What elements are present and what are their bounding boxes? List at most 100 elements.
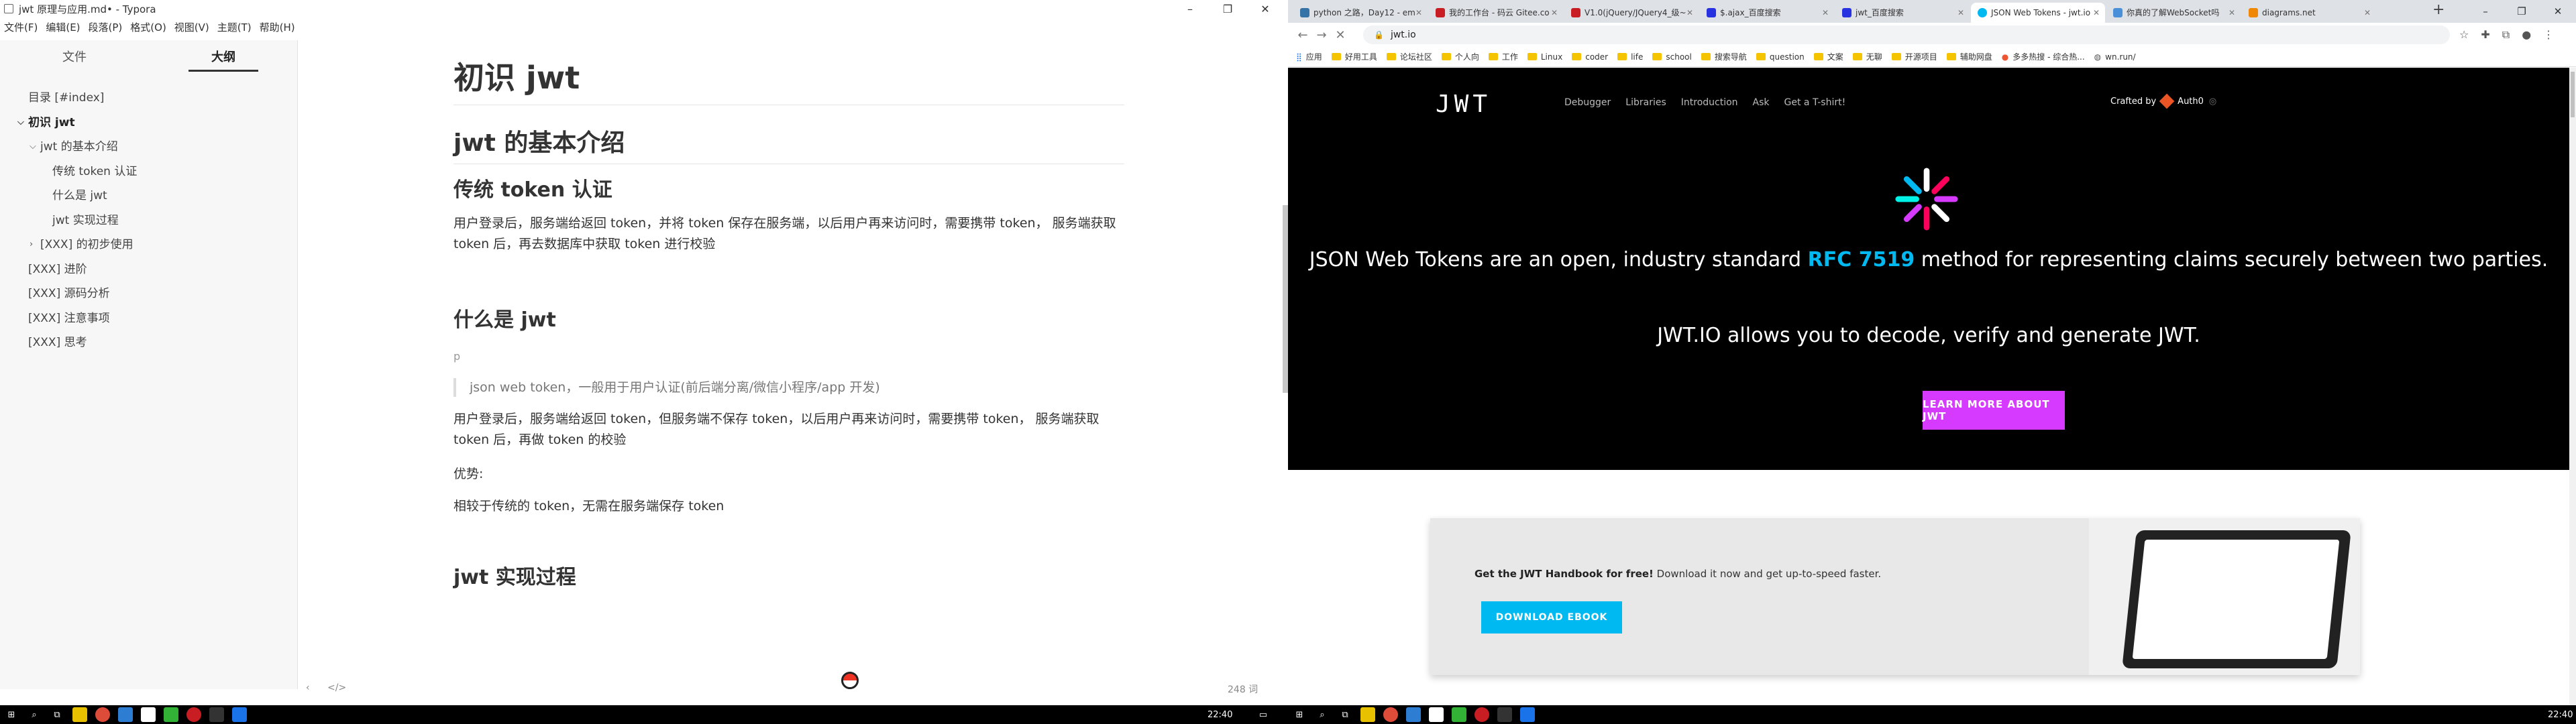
tab-files[interactable]: 文件 [0,46,149,75]
rfc-link[interactable]: RFC 7519 [1808,248,1915,272]
bookmark-folder[interactable]: 无聊 [1852,51,1882,62]
search-icon[interactable]: ⌕ [27,707,42,722]
pycharm-icon[interactable] [118,707,133,722]
browser-tab-active[interactable]: JSON Web Tokens - jwt.io ✕ [1971,3,2105,23]
menu-theme[interactable]: 主题(T) [213,19,256,36]
bookmark-folder[interactable]: 个人向 [1441,51,1479,62]
terminal-icon[interactable] [1497,707,1512,722]
bookmark-star-icon[interactable]: ☆ [2459,28,2469,42]
menu-edit[interactable]: 编辑(E) [42,19,84,36]
bookmark-folder[interactable]: 工作 [1488,51,1518,62]
app-icon[interactable] [72,707,87,722]
close-icon[interactable]: ✕ [1246,0,1284,17]
outline-item-h1[interactable]: [XXX] 注意事项 [0,306,298,331]
browser-tab[interactable]: $.ajax_百度搜索 ✕ [1700,3,1834,23]
outline-item-h2[interactable]: ⌵ jwt 的基本介绍 [0,135,298,160]
source-mode-icon[interactable]: </> [327,682,346,693]
browser-tab[interactable]: V1.0(jQuery/JQuery4_级~ ✕ [1564,3,1699,23]
close-icon[interactable]: ✕ [2540,0,2576,23]
doc-h3-impl[interactable]: jwt 实现过程 [453,560,1124,590]
maximize-icon[interactable]: ❐ [1209,0,1246,17]
back-icon[interactable]: ← [1293,28,1312,42]
nav-debugger[interactable]: Debugger [1564,97,1611,108]
task-view-icon[interactable]: ⧉ [1338,707,1352,722]
bookmark-folder[interactable]: 好用工具 [1331,51,1377,62]
menu-view[interactable]: 视图(V) [170,19,213,36]
typora-icon[interactable] [141,707,156,722]
stop-icon[interactable]: ✕ [1331,28,1350,42]
bookmark-apps[interactable]: ⣿ 应用 [1296,51,1322,62]
nav-introduction[interactable]: Introduction [1681,97,1738,108]
outline-item-index[interactable]: 目录 [#index] [0,86,298,111]
clock[interactable]: 22:40 [2548,710,2573,720]
toggle-sidebar-icon[interactable]: ‹ [306,682,310,693]
outline-item-h1[interactable]: [XXX] 进阶 [0,257,298,282]
doc-p-traditional[interactable]: 用户登录后，服务端给返回 token，并将 token 保存在服务端，以后用户再… [453,213,1124,255]
tab-close-icon[interactable]: ✕ [1957,3,1964,23]
bookmark-folder[interactable]: question [1756,52,1805,62]
app-icon[interactable] [1520,707,1535,722]
bookmark-folder[interactable]: 搜索导航 [1701,51,1747,62]
scrollbar-thumb[interactable] [2571,72,2575,117]
bookmark-folder[interactable]: 文案 [1813,51,1843,62]
browser-tab[interactable]: python 之路，Day12 - em ✕ [1293,3,1428,23]
doc-advantage-label[interactable]: 优势: [453,464,1124,485]
address-bar[interactable]: 🔒 jwt.io [1363,25,2450,44]
doc-h3-what[interactable]: 什么是 jwt [453,303,1124,333]
profile-icon[interactable]: ● [2522,28,2531,42]
menu-file[interactable]: 文件(F) [0,19,42,36]
typora-icon[interactable] [1429,707,1444,722]
doc-p-jwt[interactable]: 用户登录后，服务端给返回 token，但服务端不保存 token，以后用户再来访… [453,409,1124,450]
outline-item-h3[interactable]: jwt 实现过程 [0,208,298,233]
nav-libraries[interactable]: Libraries [1625,97,1666,108]
chevron-right-icon[interactable]: › [30,233,33,257]
chevron-down-icon[interactable]: ⌵ [17,111,24,135]
chevron-down-icon[interactable]: ⌵ [30,135,36,160]
bookmark-folder[interactable]: life [1617,52,1643,62]
app-icon[interactable] [232,707,247,722]
tab-outline[interactable]: 大纲 [149,46,298,75]
doc-h3-traditional[interactable]: 传统 token 认证 [453,173,1124,202]
task-view-icon[interactable]: ⧉ [50,707,64,722]
maximize-icon[interactable]: ❐ [2504,0,2540,23]
outline-item-h1[interactable]: [XXX] 源码分析 [0,282,298,306]
bookmark-link[interactable]: ● 多多热搜 - 综合热... [2002,51,2085,62]
doc-quote[interactable]: json web token，一般用于用户认证(前后端分离/微信小程序/app … [453,378,1124,397]
outline-item-h2[interactable]: › [XXX] 的初步使用 [0,233,298,257]
extension-icon[interactable]: ✚ [2481,28,2489,42]
nav-ask[interactable]: Ask [1753,97,1770,108]
tab-close-icon[interactable]: ✕ [1822,3,1829,23]
tab-close-icon[interactable]: ✕ [1686,3,1693,23]
doc-h2[interactable]: jwt 的基本介绍 [453,123,1124,164]
forward-icon[interactable]: → [1312,28,1331,42]
outline-item-h3[interactable]: 什么是 jwt [0,184,298,208]
tab-close-icon[interactable]: ✕ [1551,3,1558,23]
learn-more-button[interactable]: LEARN MORE ABOUT JWT [1923,391,2065,430]
doc-advantage-text[interactable]: 相较于传统的 token，无需在服务端保存 token [453,496,1124,517]
page-scrollbar[interactable] [2569,68,2576,705]
wechat-icon[interactable] [1452,707,1466,722]
bookmark-folder[interactable]: 辅助网盘 [1946,51,1992,62]
clock[interactable]: 22:40 [1208,710,1232,720]
download-ebook-button[interactable]: DOWNLOAD EBOOK [1481,601,1622,634]
jwt-logo[interactable]: JWT [1436,90,1491,118]
start-icon[interactable]: ⊞ [1292,707,1307,722]
bookmark-folder[interactable]: school [1652,52,1692,62]
outline-item-h3[interactable]: 传统 token 认证 [0,160,298,184]
lock-icon[interactable]: 🔒 [1374,30,1384,40]
pycharm-icon[interactable] [1406,707,1421,722]
browser-tab[interactable]: diagrams.net ✕ [2242,3,2376,23]
browser-tab[interactable]: 你真的了解WebSocket吗 ✕ [2106,3,2241,23]
doc-h1[interactable]: 初识 jwt [453,54,1124,105]
bookmark-link[interactable]: ◍ wn.run/ [2094,52,2136,62]
terminal-icon[interactable] [209,707,224,722]
minimize-icon[interactable]: – [1171,0,1209,17]
minimize-icon[interactable]: – [2467,0,2504,23]
editor[interactable]: 初识 jwt jwt 的基本介绍 传统 token 认证 用户登录后，服务端给返… [298,40,1288,689]
menu-paragraph[interactable]: 段落(P) [85,19,127,36]
menu-format[interactable]: 格式(O) [126,19,170,36]
tab-close-icon[interactable]: ✕ [2093,3,2100,23]
editor-scrollbar[interactable] [1283,205,1288,393]
app-icon[interactable] [1360,707,1375,722]
tab-close-icon[interactable]: ✕ [2364,3,2371,23]
